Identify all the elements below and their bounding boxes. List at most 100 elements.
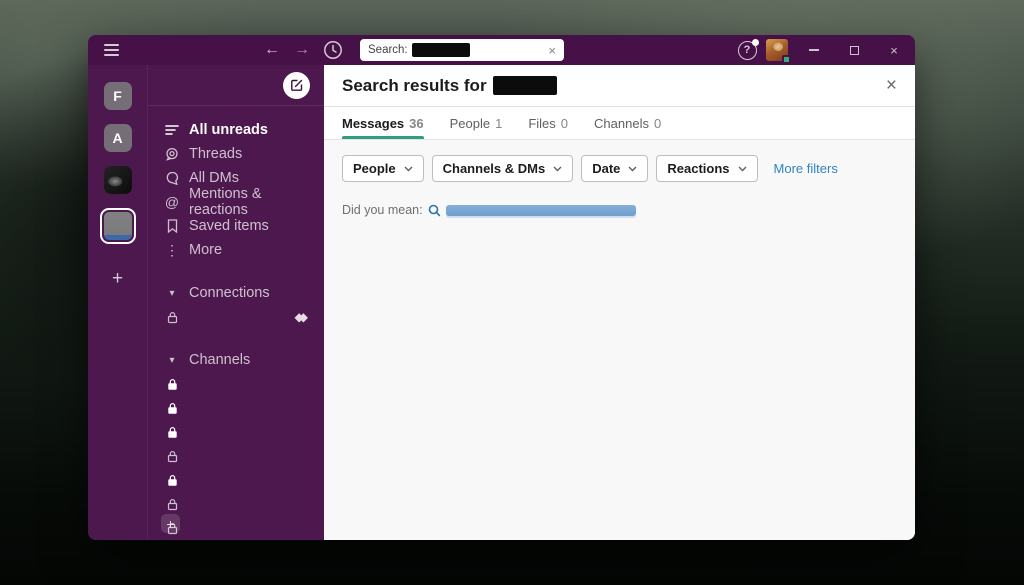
sidebar-item-more[interactable]: ⋮ More [148,238,324,262]
channel-item[interactable] [148,444,324,468]
lock-icon [164,426,180,439]
lock-icon [164,474,180,487]
slack-connect-icon: ◆◆ [295,310,308,324]
chevron-down-icon [628,166,637,172]
sidebar-header [148,65,324,106]
add-workspace-button[interactable]: + [103,264,133,294]
lock-icon [164,402,180,415]
redacted-search-query [412,43,470,57]
page-title: Search results for [342,76,487,96]
sidebar-nav: All unreads Threads [148,106,324,262]
tab-channels[interactable]: Channels 0 [594,107,661,139]
workspace-tile-a[interactable]: A [104,124,132,152]
search-input[interactable]: Search: × [360,39,564,61]
tab-label: Channels [594,116,649,131]
section-channels-header[interactable]: ▾ Channels [148,348,324,372]
workspace-tile-photo[interactable] [104,166,132,194]
results-content: People Channels & DMs Date Reactions [324,140,915,540]
filter-reactions-button[interactable]: Reactions [656,155,757,182]
redacted-query [493,76,557,95]
channel-item[interactable] [148,468,324,492]
tab-count: 1 [495,116,502,131]
lock-icon [164,498,180,511]
unreads-icon [164,124,180,136]
lock-icon [164,450,180,463]
sidebar-item-label: More [189,242,222,258]
channel-item[interactable] [148,420,324,444]
filter-label: Date [592,161,620,176]
saved-icon [164,219,180,233]
results-tabs: Messages 36 People 1 Files 0 Channels 0 [324,107,915,140]
section-connections-header[interactable]: ▾ Connections [148,281,324,305]
did-you-mean-label: Did you mean: [342,203,423,217]
channel-item[interactable] [148,492,324,516]
tab-label: People [450,116,490,131]
redacted-suggestion-link[interactable] [446,205,636,216]
sidebar-item-label: All unreads [189,122,268,138]
chevron-down-icon [404,166,413,172]
did-you-mean-row: Did you mean: [342,203,897,217]
maximize-button[interactable] [834,35,874,65]
tab-count: 36 [409,116,423,131]
search-results-header: Search results for × [324,65,915,107]
sidebar-item-mentions[interactable]: @ Mentions & reactions [148,190,324,214]
tab-messages[interactable]: Messages 36 [342,107,424,139]
compose-icon [290,78,304,92]
help-button[interactable]: ? [732,35,762,65]
history-icon[interactable] [320,35,346,65]
chevron-down-icon: ▾ [164,288,180,299]
sidebar-item-label: Threads [189,146,242,162]
lock-icon [164,311,180,324]
section-connections: ▾ Connections ◆◆ [148,281,324,329]
filter-label: Reactions [667,161,729,176]
chevron-down-icon: ▾ [164,355,180,366]
workspace-rail: F A + [88,65,148,540]
back-icon[interactable]: ← [260,35,284,65]
compose-button[interactable] [283,72,310,99]
channel-item[interactable] [148,396,324,420]
filter-label: Channels & DMs [443,161,546,176]
more-icon: ⋮ [164,242,180,259]
workspace-tile-selected[interactable] [100,208,136,244]
sidebar-item-label: All DMs [189,170,239,186]
sidebar: All unreads Threads [148,65,324,540]
section-channels: ▾ Channels [148,348,324,540]
mentions-icon: @ [164,194,180,210]
user-menu-button[interactable] [764,35,790,65]
chevron-down-icon [553,166,562,172]
search-label: Search: [368,44,408,56]
notification-dot [752,39,759,46]
tab-count: 0 [561,116,568,131]
connection-item[interactable]: ◆◆ [148,305,324,329]
more-filters-link[interactable]: More filters [774,161,838,176]
section-label: Connections [189,285,270,301]
forward-icon[interactable]: → [290,35,314,65]
minimize-button[interactable] [794,35,834,65]
sidebar-item-threads[interactable]: Threads [148,142,324,166]
filter-bar: People Channels & DMs Date Reactions [342,155,897,182]
tab-count: 0 [654,116,661,131]
add-channel-button[interactable]: + [161,514,180,533]
clear-search-icon[interactable]: × [548,43,556,58]
sidebar-item-label: Saved items [189,218,269,234]
help-icon: ? [738,41,757,60]
avatar [766,39,788,61]
filter-channels-dms-button[interactable]: Channels & DMs [432,155,574,182]
close-icon[interactable]: × [886,76,897,95]
sidebar-item-label: Mentions & reactions [189,186,308,218]
search-suggestion-icon [428,204,441,217]
tab-people[interactable]: People 1 [450,107,503,139]
workspace-tile-f[interactable]: F [104,82,132,110]
window-close-button[interactable]: × [874,35,914,65]
chevron-down-icon [738,166,747,172]
tab-label: Messages [342,116,404,131]
sidebar-item-all-unreads[interactable]: All unreads [148,118,324,142]
lock-icon [164,378,180,391]
filter-label: People [353,161,396,176]
dms-icon [164,172,180,185]
filter-people-button[interactable]: People [342,155,424,182]
channel-item[interactable] [148,372,324,396]
tab-files[interactable]: Files 0 [528,107,568,139]
menu-icon[interactable] [98,35,124,65]
filter-date-button[interactable]: Date [581,155,648,182]
